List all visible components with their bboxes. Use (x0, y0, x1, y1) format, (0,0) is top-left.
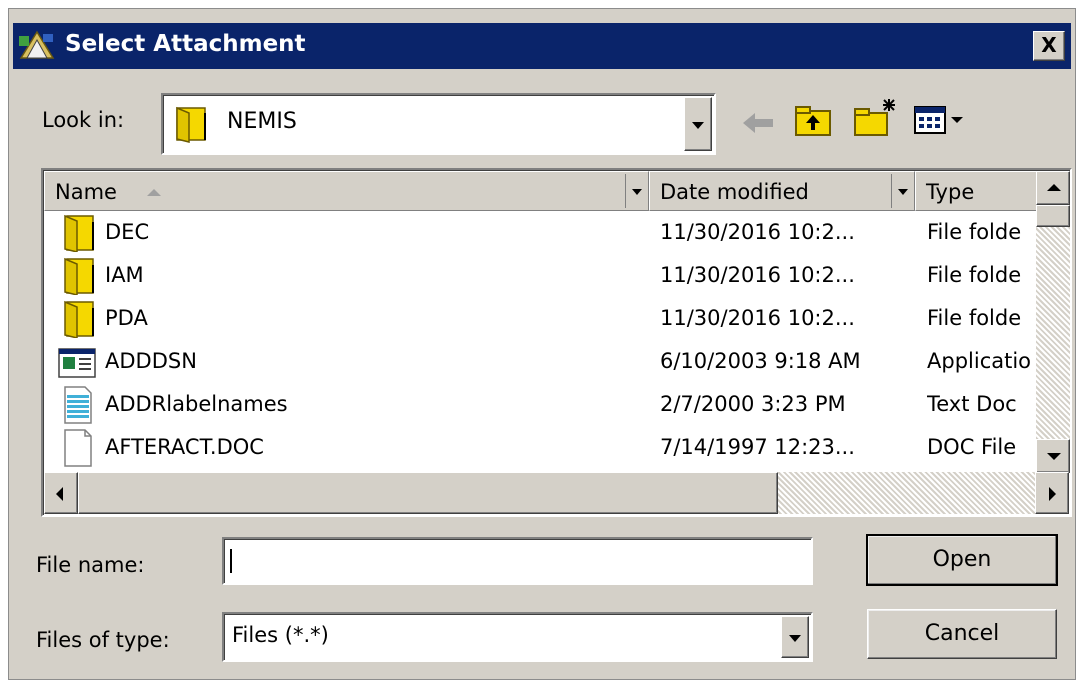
file-date: 6/10/2003 9:18 AM (660, 349, 861, 373)
look-in-dropdown-button[interactable] (684, 97, 712, 151)
list-item[interactable]: PDA 11/30/2016 10:2... File folde (43, 298, 1033, 340)
attachment-app-icon (19, 30, 55, 59)
scroll-thumb[interactable] (78, 472, 778, 514)
up-one-level-icon[interactable] (792, 103, 836, 139)
file-date: 11/30/2016 10:2... (660, 306, 855, 330)
files-of-type-dropdown-button[interactable] (781, 616, 809, 658)
folder-icon (64, 300, 94, 338)
files-of-type-dropdown[interactable]: Files (*.*) (222, 612, 813, 662)
file-type: File folde (927, 263, 1022, 287)
file-type: Text Doc (927, 392, 1017, 416)
file-type: File folde (927, 220, 1022, 244)
text-document-icon (64, 386, 92, 424)
text-caret (230, 549, 232, 573)
chevron-up-icon (1047, 184, 1061, 191)
chevron-down-icon (789, 635, 801, 642)
file-type: File folde (927, 306, 1022, 330)
file-type: DOC File (927, 435, 1017, 459)
list-item[interactable]: AFTERACT.DOC 7/14/1997 12:23... DOC File (43, 427, 1033, 469)
list-item[interactable]: ADDRlabelnames 2/7/2000 3:23 PM Text Doc (43, 384, 1033, 426)
file-date: 11/30/2016 10:2... (660, 263, 855, 287)
files-of-type-value: Files (*.*) (232, 623, 329, 647)
scroll-thumb[interactable] (1036, 205, 1070, 227)
column-header-type[interactable]: Type (915, 171, 1039, 211)
file-name-input[interactable] (222, 537, 813, 585)
chevron-down-icon (632, 189, 642, 195)
file-type: Applicatio (927, 349, 1032, 373)
look-in-dropdown[interactable]: NEMIS (161, 93, 716, 155)
horizontal-scrollbar[interactable] (44, 472, 1069, 514)
select-attachment-dialog: Select Attachment X Look in: NEMIS Name … (8, 8, 1076, 680)
file-list[interactable]: Name Date modified Type DEC 11/30/2016 1… (41, 168, 1072, 517)
application-icon (58, 348, 96, 378)
column-header-name[interactable]: Name (44, 171, 649, 211)
list-item[interactable]: IAM 11/30/2016 10:2... File folde (43, 255, 1033, 297)
scroll-left-button[interactable] (44, 472, 78, 514)
folder-icon (64, 214, 94, 252)
column-filter-button[interactable] (891, 174, 914, 208)
folder-icon (176, 106, 206, 143)
file-name: AFTERACT.DOC (105, 435, 264, 459)
cancel-button[interactable]: Cancel (867, 609, 1057, 659)
file-name-label: File name: (36, 553, 145, 577)
look-in-value: NEMIS (227, 109, 297, 134)
chevron-down-icon (692, 122, 704, 129)
vertical-scrollbar[interactable] (1036, 171, 1070, 473)
blank-document-icon (64, 429, 92, 467)
look-in-label: Look in: (42, 108, 125, 132)
chevron-down-icon (898, 189, 908, 195)
scroll-right-button[interactable] (1035, 472, 1069, 514)
file-name: DEC (105, 220, 150, 244)
file-date: 7/14/1997 12:23... (660, 435, 855, 459)
file-name: ADDDSN (105, 349, 197, 373)
files-of-type-label: Files of type: (36, 628, 170, 652)
view-menu-icon[interactable] (913, 105, 971, 135)
file-name: IAM (105, 263, 144, 287)
list-item[interactable]: DEC 11/30/2016 10:2... File folde (43, 212, 1033, 254)
new-folder-icon[interactable] (851, 97, 899, 139)
close-button[interactable]: X (1033, 31, 1065, 61)
chevron-right-icon (1049, 487, 1056, 501)
list-item[interactable]: ADDDSN 6/10/2003 9:18 AM Applicatio (43, 341, 1033, 383)
dialog-title: Select Attachment (65, 31, 306, 57)
title-bar[interactable]: Select Attachment X (13, 23, 1071, 69)
folder-icon (64, 257, 94, 295)
file-date: 2/7/2000 3:23 PM (660, 392, 846, 416)
open-button[interactable]: Open (866, 534, 1058, 586)
file-name: ADDRlabelnames (105, 392, 288, 416)
file-name: PDA (105, 306, 148, 330)
scroll-down-button[interactable] (1036, 439, 1070, 473)
scroll-up-button[interactable] (1036, 171, 1070, 205)
chevron-left-icon (56, 487, 63, 501)
sort-ascending-icon (147, 189, 161, 196)
column-filter-button[interactable] (625, 174, 648, 208)
chevron-down-icon (1047, 453, 1061, 460)
back-arrow-icon[interactable] (739, 109, 779, 137)
file-date: 11/30/2016 10:2... (660, 220, 855, 244)
column-header-date-modified[interactable]: Date modified (649, 171, 915, 211)
